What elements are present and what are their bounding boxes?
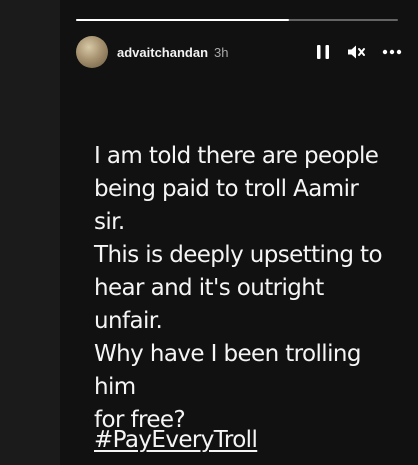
story-progress-fill xyxy=(76,19,289,21)
caption-line: being paid to troll Aamir sir. xyxy=(94,176,359,235)
story-controls xyxy=(316,42,402,62)
speaker-muted-icon xyxy=(348,45,365,59)
post-time: 3h xyxy=(214,44,229,60)
username[interactable]: advaitchandan xyxy=(117,45,208,60)
story-viewer: advaitchandan 3h I am told there are peo… xyxy=(60,0,418,465)
more-options-button[interactable] xyxy=(382,42,402,62)
pause-icon xyxy=(317,45,329,59)
story-progress-bar xyxy=(76,19,398,21)
caption-line: Why have I been trolling him xyxy=(94,341,361,400)
caption-line: I am told there are people xyxy=(94,143,379,169)
story-caption: I am told there are people being paid to… xyxy=(94,140,394,437)
more-horizontal-icon xyxy=(382,49,402,55)
story-header: advaitchandan 3h xyxy=(76,34,402,70)
avatar[interactable] xyxy=(76,36,108,68)
mute-button[interactable] xyxy=(346,42,366,62)
caption-line: This is deeply upsetting to xyxy=(94,242,383,268)
hashtag-link[interactable]: #PayEveryTroll xyxy=(94,424,258,456)
pause-button[interactable] xyxy=(316,42,330,62)
caption-line: hear and it's outright unfair. xyxy=(94,275,324,334)
